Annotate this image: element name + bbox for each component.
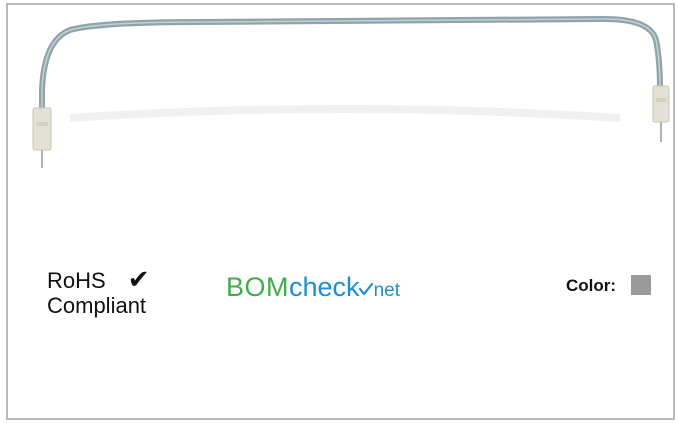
logo-tick-icon — [358, 282, 373, 296]
rohs-compliant-badge: RoHS ✔ Compliant — [47, 264, 150, 319]
logo-bom-text: BOM — [226, 272, 290, 302]
wire-shadow — [69, 105, 621, 122]
rohs-label: RoHS — [47, 268, 106, 293]
bomcheck-logo: BOM check net — [226, 272, 400, 303]
jumper-wire-image — [32, 15, 670, 168]
left-connector — [32, 107, 52, 151]
wire-insulation — [39, 15, 663, 111]
logo-check-text: check — [289, 272, 360, 302]
color-swatch — [631, 275, 651, 295]
compliant-label: Compliant — [47, 293, 147, 318]
logo-net-text: net — [373, 280, 400, 301]
color-label: Color: — [566, 276, 617, 295]
checkmark-icon: ✔ — [127, 264, 150, 295]
right-connector — [652, 85, 670, 123]
